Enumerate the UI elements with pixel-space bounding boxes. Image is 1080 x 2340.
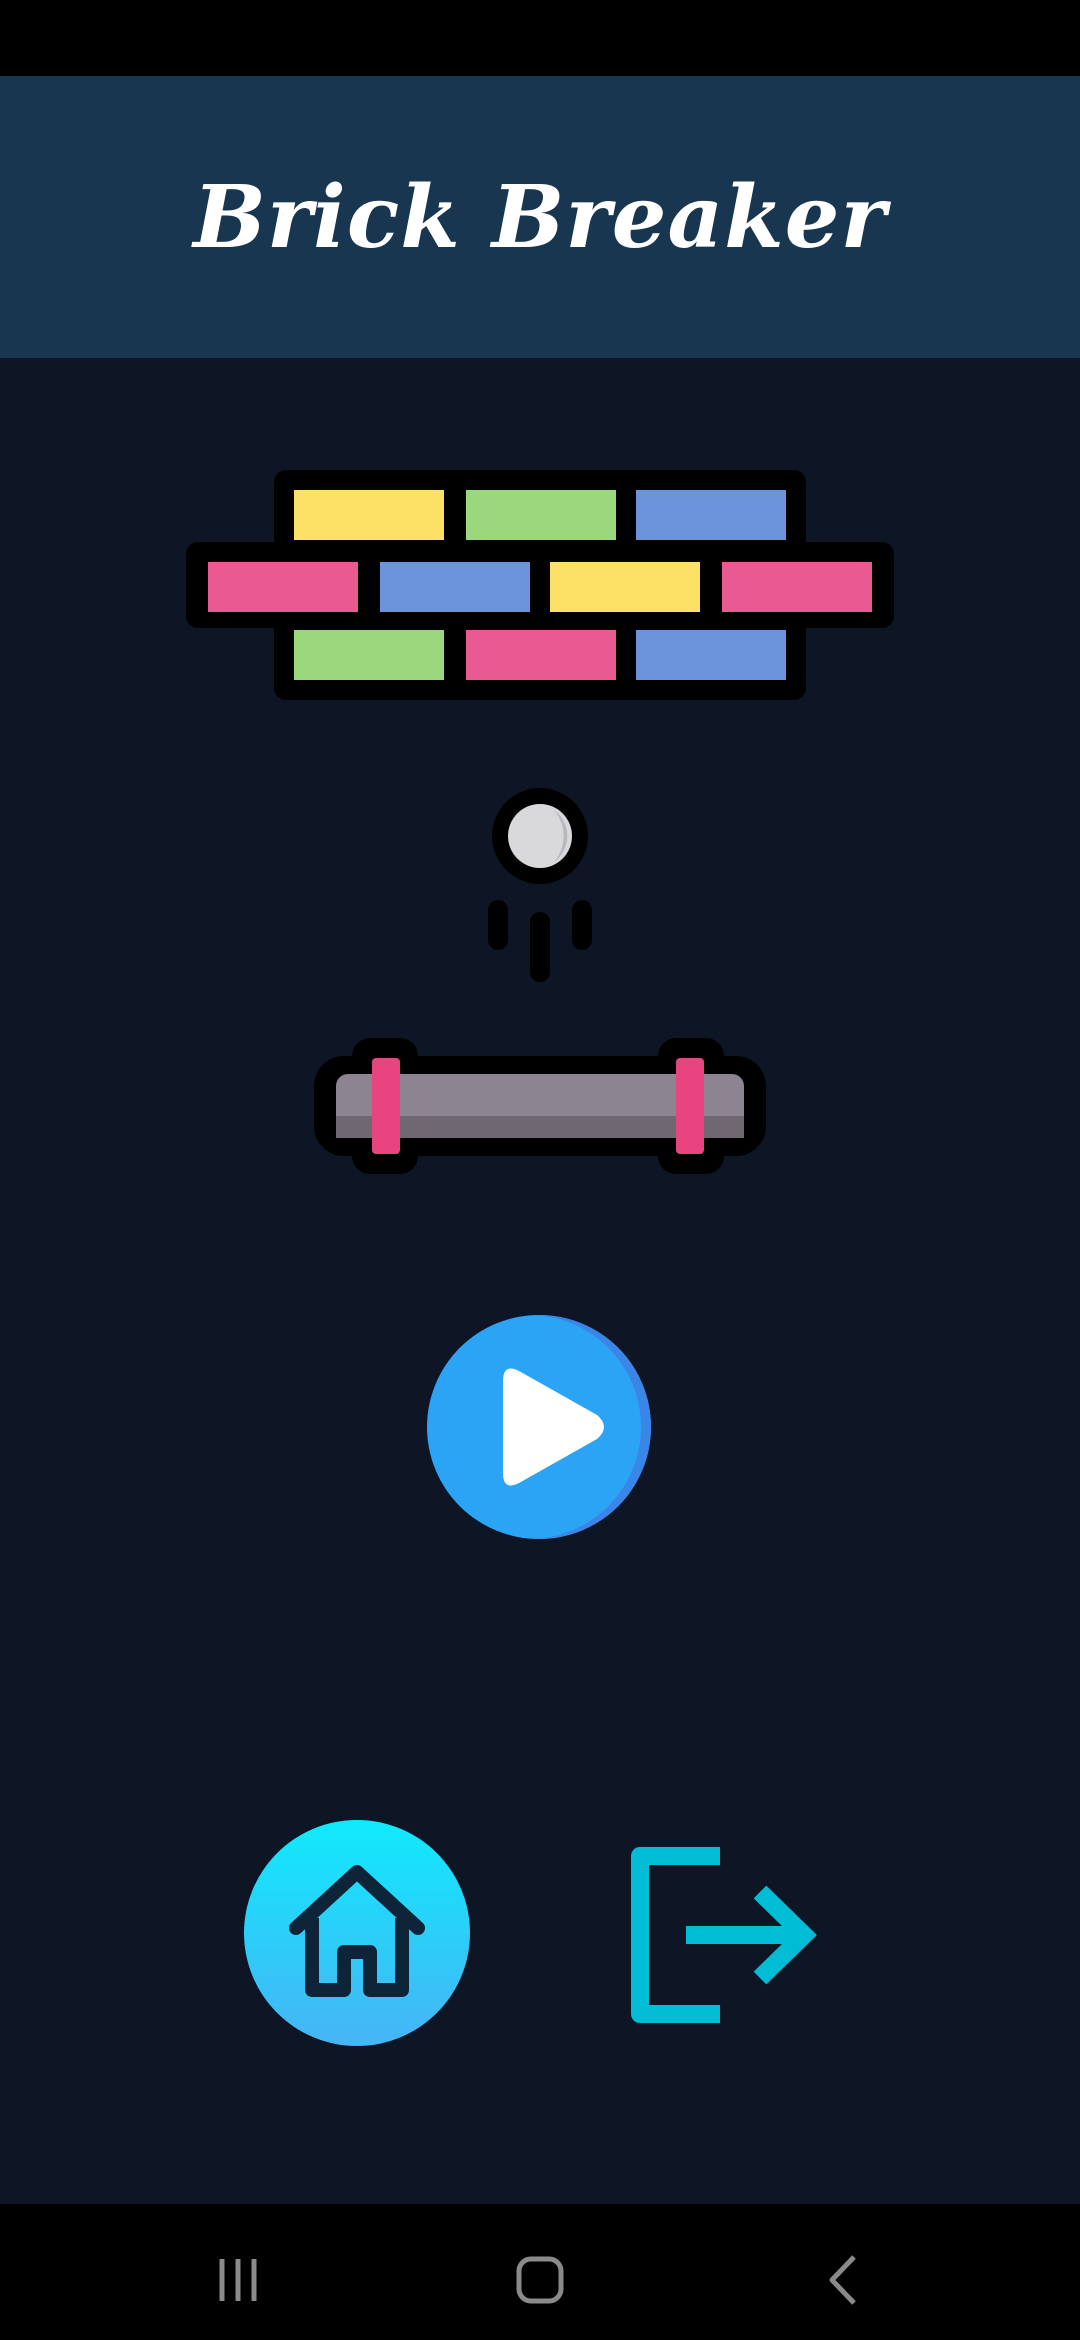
nav-home-button[interactable] [510, 2255, 570, 2305]
app-title: Brick Breaker [193, 166, 887, 268]
app-header: Brick Breaker [0, 76, 1080, 358]
bouncing-ball-icon [488, 788, 592, 982]
paddle-icon [314, 1038, 766, 1174]
play-icon [503, 1368, 604, 1486]
back-button[interactable] [814, 2255, 874, 2305]
exit-icon [631, 1847, 817, 2023]
play-button[interactable] [427, 1315, 651, 1539]
nav-home-icon [516, 2256, 564, 2304]
recents-icon [219, 2259, 257, 2301]
status-bar [0, 0, 1080, 76]
brick-wall-icon [186, 470, 894, 700]
back-icon [829, 2255, 856, 2305]
recents-button[interactable] [208, 2255, 268, 2305]
home-icon [289, 1865, 425, 1997]
home-button[interactable] [244, 1820, 470, 2046]
exit-button[interactable] [620, 1840, 820, 2030]
